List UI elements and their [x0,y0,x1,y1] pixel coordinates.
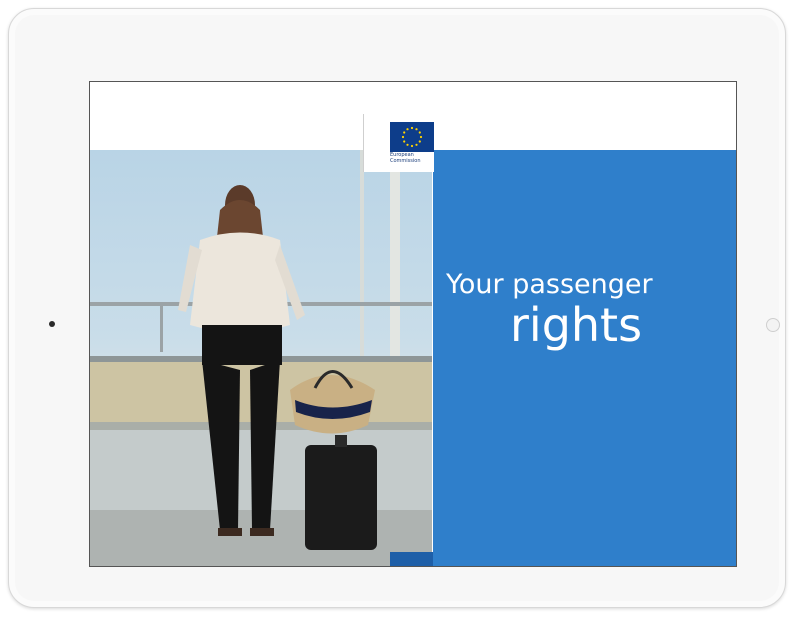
title-panel [433,150,736,566]
camera-icon [49,321,55,327]
title-line-2: rights [510,298,643,352]
traveller-illustration [90,150,432,566]
accent-strip [390,552,433,566]
title-line-1: Your passenger [446,269,653,300]
logo-text: European Commission [390,152,440,164]
tablet-frame: Your passenger rights European Commissio… [8,8,786,608]
eu-flag-icon [390,122,434,152]
home-button[interactable] [766,318,780,332]
cover-photo [90,150,432,566]
screen: Your passenger rights European Commissio… [89,81,737,567]
logo-line-2: Commission [390,158,421,164]
